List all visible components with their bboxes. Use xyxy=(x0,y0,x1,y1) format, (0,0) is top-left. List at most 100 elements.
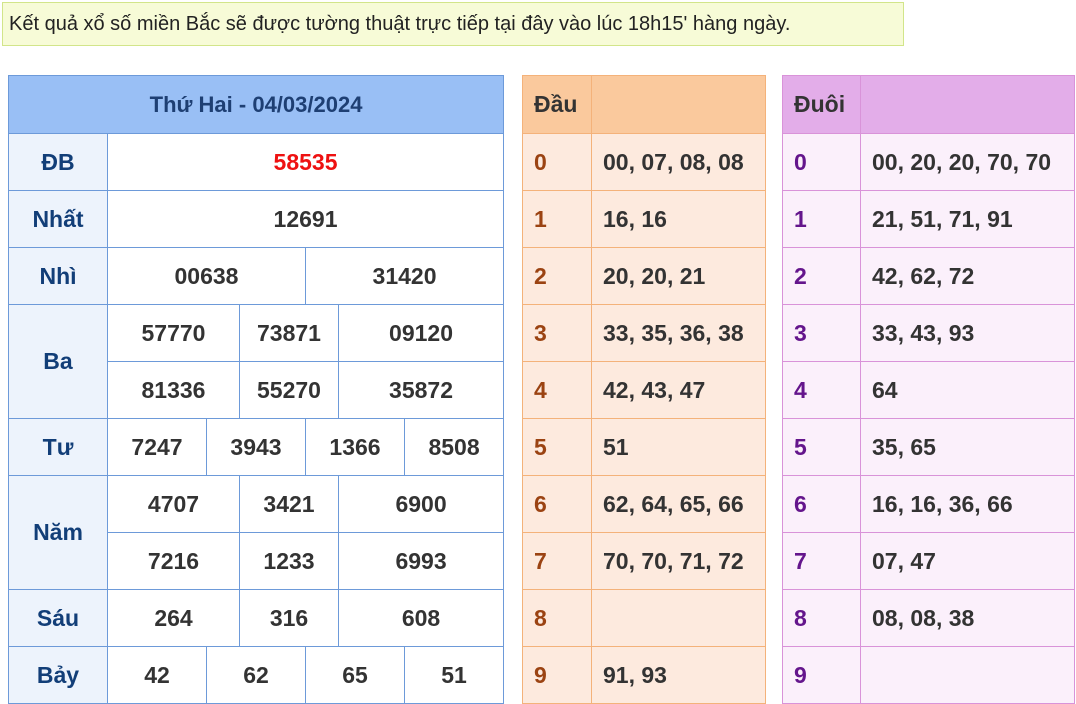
duoi-values: 21, 51, 71, 91 xyxy=(860,190,1075,248)
duoi-row: 5 35, 65 xyxy=(782,418,1075,476)
dau-key: 4 xyxy=(522,361,592,419)
duoi-key: 6 xyxy=(782,475,861,533)
dau-row: 0 00, 07, 08, 08 xyxy=(522,133,766,191)
duoi-key: 4 xyxy=(782,361,861,419)
dau-key: 0 xyxy=(522,133,592,191)
dau-key: 6 xyxy=(522,475,592,533)
prize-row-db: ĐB 58535 xyxy=(8,133,505,191)
dau-values xyxy=(591,589,766,647)
prize-number: 51 xyxy=(403,646,505,704)
prize-number: 55270 xyxy=(239,361,339,419)
prize-number: 35872 xyxy=(337,361,505,419)
prize-number: 42 xyxy=(107,646,207,704)
prize-row-bay: Bảy 42 62 65 51 xyxy=(8,646,505,704)
prize-label: Nhất xyxy=(8,190,108,248)
dau-row: 6 62, 64, 65, 66 xyxy=(522,475,766,533)
dau-values: 62, 64, 65, 66 xyxy=(591,475,766,533)
duoi-row: 8 08, 08, 38 xyxy=(782,589,1075,647)
prize-label: ĐB xyxy=(8,133,108,191)
dau-values: 70, 70, 71, 72 xyxy=(591,532,766,590)
dau-values: 00, 07, 08, 08 xyxy=(591,133,766,191)
prize-number: 6993 xyxy=(337,532,505,590)
duoi-key: 8 xyxy=(782,589,861,647)
prize-number: 264 xyxy=(107,589,240,647)
prize-number: 1366 xyxy=(305,418,405,476)
prize-number: 09120 xyxy=(337,304,505,362)
dau-row: 9 91, 93 xyxy=(522,646,766,704)
duoi-row: 4 64 xyxy=(782,361,1075,419)
duoi-header: Đuôi xyxy=(782,75,861,134)
duoi-row: 0 00, 20, 20, 70, 70 xyxy=(782,133,1075,191)
prize-row-tu: Tư 7247 3943 1366 8508 xyxy=(8,418,505,476)
prize-row-nhat: Nhất 12691 xyxy=(8,190,505,248)
dau-row: 5 51 xyxy=(522,418,766,476)
dau-key: 5 xyxy=(522,418,592,476)
draw-date-title: Thứ Hai - 04/03/2024 xyxy=(7,75,505,134)
dau-key: 7 xyxy=(522,532,592,590)
dau-table: Đầu 0 00, 07, 08, 08 1 16, 16 2 20, 20, 21 … xyxy=(522,75,766,704)
dau-row: 2 20, 20, 21 xyxy=(522,247,766,305)
prize-label: Năm xyxy=(8,475,108,590)
prize-number: 7247 xyxy=(107,418,207,476)
dau-row: 4 42, 43, 47 xyxy=(522,361,766,419)
duoi-values: 08, 08, 38 xyxy=(860,589,1075,647)
prize-number: 7216 xyxy=(107,532,240,590)
prize-number: 608 xyxy=(337,589,505,647)
dau-values: 42, 43, 47 xyxy=(591,361,766,419)
duoi-key: 5 xyxy=(782,418,861,476)
dau-row: 7 70, 70, 71, 72 xyxy=(522,532,766,590)
prize-number-special: 58535 xyxy=(106,133,505,191)
prize-row-sau: Sáu 264 316 608 xyxy=(8,589,505,647)
duoi-values xyxy=(860,646,1075,704)
prize-number: 3421 xyxy=(239,475,339,533)
duoi-values: 42, 62, 72 xyxy=(860,247,1075,305)
duoi-key: 7 xyxy=(782,532,861,590)
duoi-row: 7 07, 47 xyxy=(782,532,1075,590)
dau-values: 91, 93 xyxy=(591,646,766,704)
duoi-key: 0 xyxy=(782,133,861,191)
duoi-row: 2 42, 62, 72 xyxy=(782,247,1075,305)
prize-label: Bảy xyxy=(8,646,108,704)
duoi-header-blank xyxy=(860,75,1075,134)
duoi-values: 16, 16, 36, 66 xyxy=(860,475,1075,533)
prize-number: 31420 xyxy=(304,247,505,305)
duoi-values: 00, 20, 20, 70, 70 xyxy=(860,133,1075,191)
duoi-values: 64 xyxy=(860,361,1075,419)
dau-key: 8 xyxy=(522,589,592,647)
prize-number: 6900 xyxy=(337,475,505,533)
prize-number: 4707 xyxy=(107,475,240,533)
prize-number: 81336 xyxy=(107,361,240,419)
duoi-table: Đuôi 0 00, 20, 20, 70, 70 1 21, 51, 71, 91… xyxy=(782,75,1075,704)
dau-key: 9 xyxy=(522,646,592,704)
duoi-row: 3 33, 43, 93 xyxy=(782,304,1075,362)
live-notice: Kết quả xổ số miền Bắc sẽ được tường thu… xyxy=(2,2,904,46)
dau-values: 20, 20, 21 xyxy=(591,247,766,305)
duoi-key: 9 xyxy=(782,646,861,704)
duoi-row: 9 xyxy=(782,646,1075,704)
prize-number: 62 xyxy=(206,646,306,704)
dau-key: 3 xyxy=(522,304,592,362)
dau-values: 16, 16 xyxy=(591,190,766,248)
duoi-key: 2 xyxy=(782,247,861,305)
prize-row-ba: Ba 57770 73871 09120 xyxy=(8,304,505,419)
dau-row: 1 16, 16 xyxy=(522,190,766,248)
prize-number: 1233 xyxy=(239,532,339,590)
dau-values: 51 xyxy=(591,418,766,476)
prize-label: Tư xyxy=(8,418,108,476)
prize-number: 57770 xyxy=(107,304,240,362)
duoi-row: 1 21, 51, 71, 91 xyxy=(782,190,1075,248)
prize-label: Ba xyxy=(8,304,108,419)
prize-number: 73871 xyxy=(239,304,339,362)
prize-label: Sáu xyxy=(8,589,108,647)
dau-key: 1 xyxy=(522,190,592,248)
dau-header-blank xyxy=(591,75,766,134)
dau-values: 33, 35, 36, 38 xyxy=(591,304,766,362)
prize-row-nhi: Nhì 00638 31420 xyxy=(8,247,505,305)
prize-number: 00638 xyxy=(107,247,306,305)
results-table: Thứ Hai - 04/03/2024 ĐB 58535 Nhất 12691… xyxy=(7,75,505,704)
duoi-values: 07, 47 xyxy=(860,532,1075,590)
duoi-row: 6 16, 16, 36, 66 xyxy=(782,475,1075,533)
duoi-values: 33, 43, 93 xyxy=(860,304,1075,362)
dau-row: 3 33, 35, 36, 38 xyxy=(522,304,766,362)
prize-number: 8508 xyxy=(403,418,505,476)
